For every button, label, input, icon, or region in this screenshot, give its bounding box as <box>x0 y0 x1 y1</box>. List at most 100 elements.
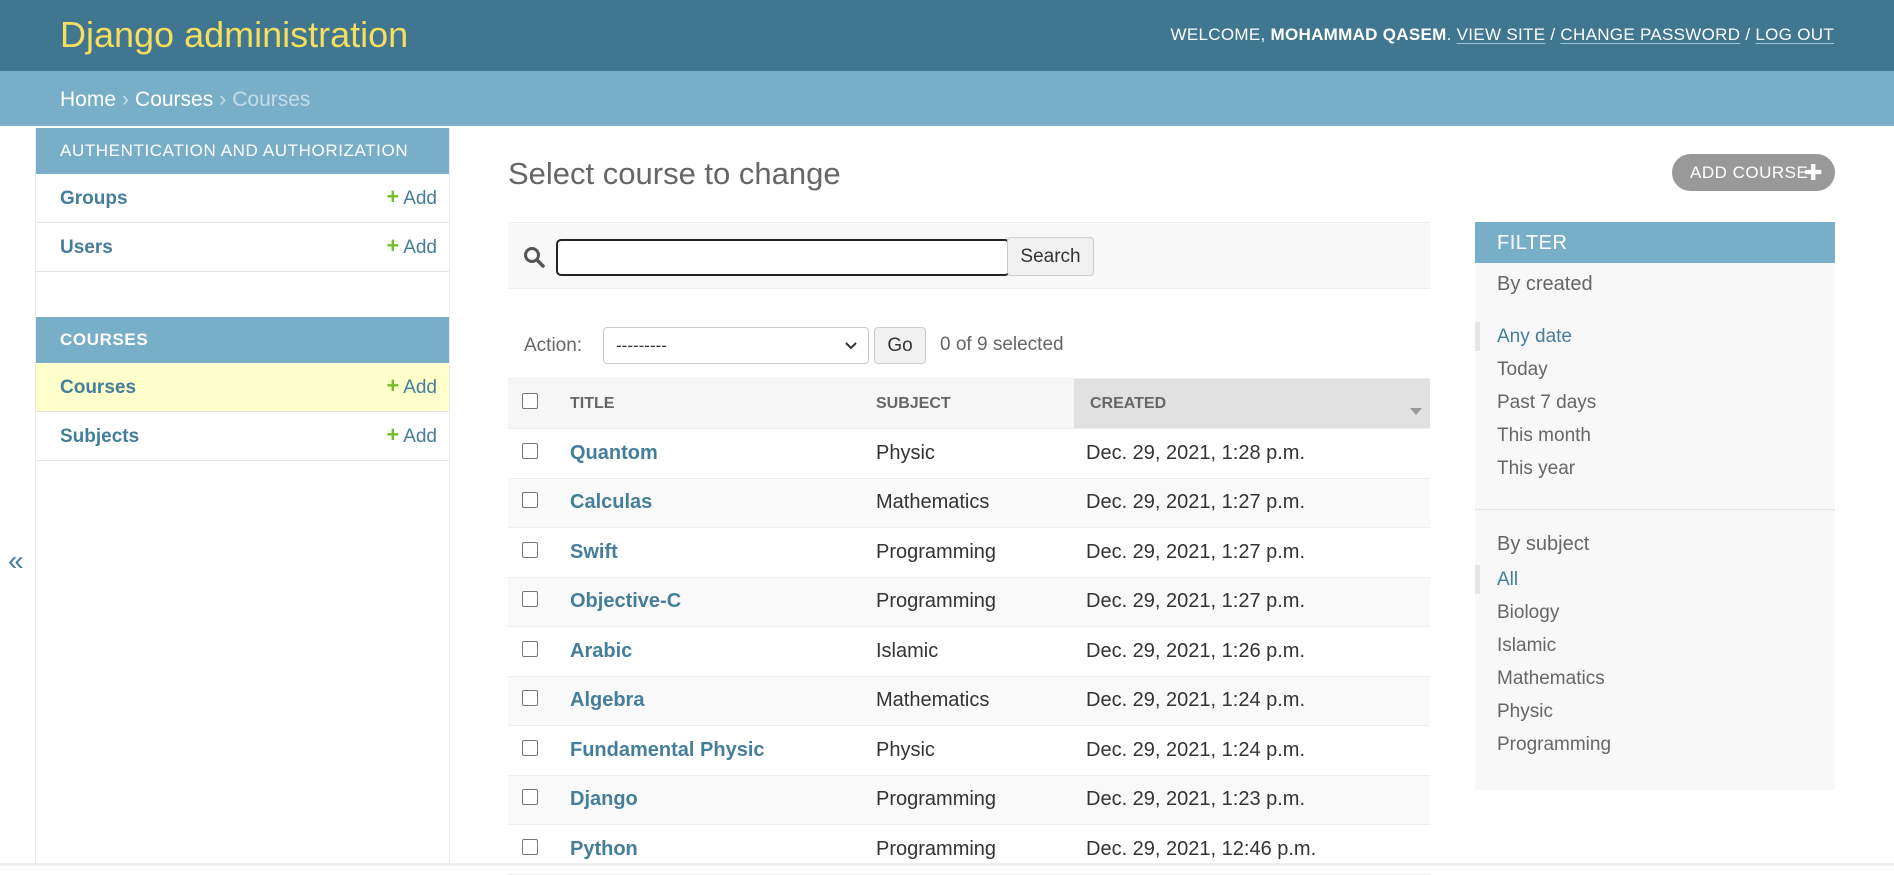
actions-bar: Action: --------- Go 0 of 9 selected <box>508 327 1430 372</box>
row-checkbox-cell <box>508 577 558 627</box>
table-row: Python Programming Dec. 29, 2021, 12:46 p.… <box>508 824 1430 875</box>
breadcrumb-sep: › <box>219 88 227 111</box>
user-tools: WELCOME, MOHAMMAD QASEM. VIEW SITE / CHA… <box>1171 25 1834 45</box>
log-out-link[interactable]: LOG OUT <box>1755 25 1834 44</box>
filter-subject-option[interactable]: Physic <box>1475 695 1835 728</box>
sort-descending-icon[interactable] <box>1410 403 1422 421</box>
module-caption-courses[interactable]: COURSES <box>36 317 449 363</box>
filter-subject-option[interactable]: Biology <box>1475 596 1835 629</box>
filter-subject-option[interactable]: Programming <box>1475 728 1835 761</box>
search-button[interactable]: Search <box>1007 237 1094 276</box>
cell-created: Dec. 29, 2021, 1:24 p.m. <box>1074 676 1430 726</box>
course-link[interactable]: Objective-C <box>570 590 681 612</box>
cell-created: Dec. 29, 2021, 1:27 p.m. <box>1074 527 1430 578</box>
row-checkbox[interactable] <box>522 492 538 509</box>
selection-counter: 0 of 9 selected <box>940 334 1064 355</box>
breadcrumb-app[interactable]: Courses <box>135 88 213 111</box>
course-link[interactable]: Quantom <box>570 442 658 464</box>
toggle-sidebar-button[interactable]: « <box>8 545 24 577</box>
chevron-down-icon <box>844 337 858 357</box>
view-site-link[interactable]: VIEW SITE <box>1457 25 1546 44</box>
filter-created-option[interactable]: Past 7 days <box>1475 386 1835 419</box>
select-all-checkbox[interactable] <box>522 393 538 409</box>
course-link[interactable]: Swift <box>570 541 618 563</box>
cell-subject: Programming <box>864 824 1074 875</box>
add-label: Add <box>403 188 437 209</box>
add-label: Add <box>403 237 437 258</box>
table-row: Swift Programming Dec. 29, 2021, 1:27 p.m. <box>508 527 1430 578</box>
table-header-row: TITLE SUBJECT CREATED <box>508 378 1430 429</box>
cell-created: Dec. 29, 2021, 1:26 p.m. <box>1074 626 1430 677</box>
cell-title: Quantom <box>558 428 864 479</box>
action-select[interactable]: --------- <box>603 327 869 364</box>
add-groups-link[interactable]: + Add <box>386 186 437 210</box>
cell-title: Calculas <box>558 478 864 528</box>
search-input[interactable] <box>556 239 1010 276</box>
change-password-link[interactable]: CHANGE PASSWORD <box>1560 25 1740 44</box>
filter-subject-option[interactable]: Islamic <box>1475 629 1835 662</box>
filter-subject-option[interactable]: Mathematics <box>1475 662 1835 695</box>
cell-subject: Programming <box>864 775 1074 825</box>
search-toolbar: Search <box>508 222 1430 289</box>
course-link[interactable]: Python <box>570 838 638 860</box>
welcome-text: WELCOME, <box>1170 25 1266 44</box>
cell-subject: Physic <box>864 428 1074 479</box>
welcome-period: . <box>1446 25 1452 44</box>
site-name[interactable]: Django administration <box>60 14 408 56</box>
sidebar-item-subjects: Subjects + Add <box>36 412 449 461</box>
user-tools-sep: / <box>1745 25 1751 44</box>
cell-subject: Programming <box>864 527 1074 578</box>
site-header: Django administration WELCOME, MOHAMMAD … <box>0 0 1894 71</box>
sidebar-link-groups[interactable]: Groups <box>60 188 128 209</box>
row-checkbox[interactable] <box>522 690 538 707</box>
course-link[interactable]: Arabic <box>570 640 632 662</box>
filter-created-option[interactable]: Today <box>1475 353 1835 386</box>
row-checkbox-cell <box>508 775 558 825</box>
table-row: Fundamental Physic Physic Dec. 29, 2021, 1… <box>508 725 1430 776</box>
sidebar-link-courses[interactable]: Courses <box>60 377 136 398</box>
cell-created: Dec. 29, 2021, 1:27 p.m. <box>1074 478 1430 528</box>
sidebar-link-users[interactable]: Users <box>60 237 113 258</box>
module-courses: COURSES Courses + Add Subjects + Add <box>36 317 449 461</box>
row-checkbox[interactable] <box>522 838 538 855</box>
sidebar-link-subjects[interactable]: Subjects <box>60 426 139 447</box>
row-checkbox[interactable] <box>522 789 538 806</box>
table-body: Quantom Physic Dec. 29, 2021, 1:28 p.m. Cal… <box>508 428 1430 875</box>
row-checkbox[interactable] <box>522 640 538 657</box>
breadcrumb-home[interactable]: Home <box>60 88 116 111</box>
cell-subject: Mathematics <box>864 676 1074 726</box>
column-header-title[interactable]: TITLE <box>558 378 864 429</box>
plus-icon: ✚ <box>1804 160 1823 185</box>
sidebar-item-courses: Courses + Add <box>36 363 449 412</box>
course-link[interactable]: Algebra <box>570 689 644 711</box>
cell-title: Algebra <box>558 676 864 726</box>
add-course-button[interactable]: ADD COURSE ✚ <box>1672 154 1835 191</box>
cell-subject: Islamic <box>864 626 1074 677</box>
table-row: Algebra Mathematics Dec. 29, 2021, 1:24 p.… <box>508 676 1430 726</box>
module-caption-auth[interactable]: AUTHENTICATION AND AUTHORIZATION <box>36 128 449 174</box>
add-users-link[interactable]: + Add <box>386 235 437 259</box>
column-header-subject[interactable]: SUBJECT <box>864 378 1074 429</box>
course-link[interactable]: Django <box>570 788 638 810</box>
course-link[interactable]: Fundamental Physic <box>570 739 765 761</box>
add-courses-link[interactable]: + Add <box>386 375 437 399</box>
filter-created-option[interactable]: This year <box>1475 452 1835 485</box>
row-checkbox[interactable] <box>522 442 538 459</box>
column-header-created-label: CREATED <box>1090 394 1167 412</box>
add-subjects-link[interactable]: + Add <box>386 424 437 448</box>
table-row: Objective-C Programming Dec. 29, 2021, 1:2… <box>508 577 1430 627</box>
breadcrumb-sep: › <box>122 88 130 111</box>
row-checkbox[interactable] <box>522 591 538 608</box>
column-header-created[interactable]: CREATED <box>1074 378 1430 429</box>
row-checkbox[interactable] <box>522 739 538 756</box>
row-checkbox[interactable] <box>522 541 538 558</box>
filter-created-option[interactable]: Any date <box>1475 320 1835 353</box>
cell-created: Dec. 29, 2021, 12:46 p.m. <box>1074 824 1430 875</box>
username: MOHAMMAD QASEM <box>1270 25 1447 44</box>
course-link[interactable]: Calculas <box>570 491 652 513</box>
filter-subject-option[interactable]: All <box>1475 563 1835 596</box>
breadcrumb: Home › Courses › Courses <box>0 71 1894 126</box>
action-label: Action: <box>524 335 583 356</box>
go-button[interactable]: Go <box>874 327 926 364</box>
filter-created-option[interactable]: This month <box>1475 419 1835 452</box>
